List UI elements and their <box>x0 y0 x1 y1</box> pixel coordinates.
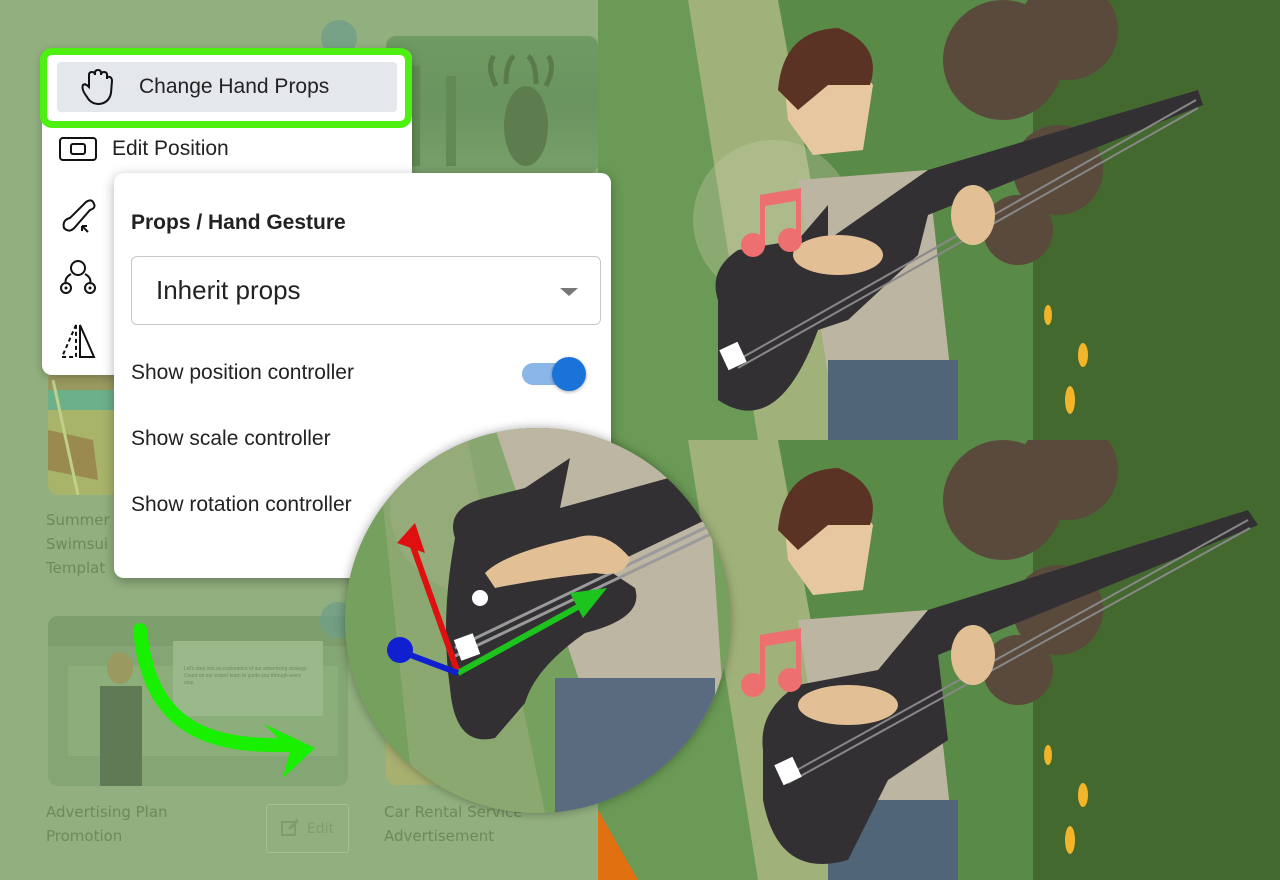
card-title-line: Summer <box>46 511 110 529</box>
select-value: Inherit props <box>156 275 301 305</box>
menu-item-label: Edit Position <box>112 137 229 160</box>
option-scale-controller-label[interactable]: Show scale controller <box>131 427 331 451</box>
mirror-flip-icon <box>56 321 100 361</box>
hand-icon <box>77 67 121 107</box>
caret-down-icon <box>560 288 578 296</box>
option-position-controller-label: Show position controller <box>131 361 354 384</box>
rig-joints-icon <box>56 258 100 298</box>
edit-icon <box>280 818 301 840</box>
card-thumbnail-forest[interactable] <box>386 36 598 174</box>
card-title-line: Advertisement <box>384 827 495 845</box>
card-title-line: Templat <box>46 559 106 577</box>
menu-item-label: Change Hand Props <box>139 75 330 98</box>
curved-arrow-annotation <box>133 623 315 778</box>
edit-button-label: Edit <box>306 820 335 837</box>
edit-button[interactable]: Edit <box>266 804 349 853</box>
menu-item-rig-joints[interactable] <box>56 254 112 302</box>
card-thumbnail-summer[interactable] <box>48 370 118 495</box>
menu-item-edit-position[interactable]: Edit Position <box>56 125 229 173</box>
bone-scale-icon <box>56 196 100 236</box>
guitarist-scene-image <box>598 0 1280 440</box>
card-title-advertising: Advertising Plan Promotion <box>46 800 168 848</box>
card-title-line: Swimsui <box>46 535 109 553</box>
menu-item-change-hand-props[interactable]: Change Hand Props <box>57 62 397 112</box>
card-title-line: Promotion <box>46 827 123 845</box>
gizmo-closeup-image <box>345 428 730 813</box>
toggle-knob <box>552 357 586 391</box>
option-rotation-controller-label[interactable]: Show rotation controller <box>131 493 352 517</box>
rectangle-position-icon <box>56 129 100 169</box>
card-title-line: Advertising Plan <box>46 803 168 821</box>
beach-chair-image <box>48 370 118 495</box>
scene-preview-before <box>598 0 1280 440</box>
forest-creature-image <box>406 54 554 166</box>
magnifier-zoom-view <box>345 428 730 813</box>
card-title-summer: Summer Swimsui Templat <box>46 508 110 580</box>
panel-title: Props / Hand Gesture <box>131 211 346 234</box>
position-controller-toggle[interactable] <box>520 355 586 391</box>
menu-item-bone-scale[interactable] <box>56 192 112 240</box>
menu-item-mirror[interactable] <box>56 317 112 365</box>
props-select-dropdown[interactable]: Inherit props <box>131 256 601 325</box>
